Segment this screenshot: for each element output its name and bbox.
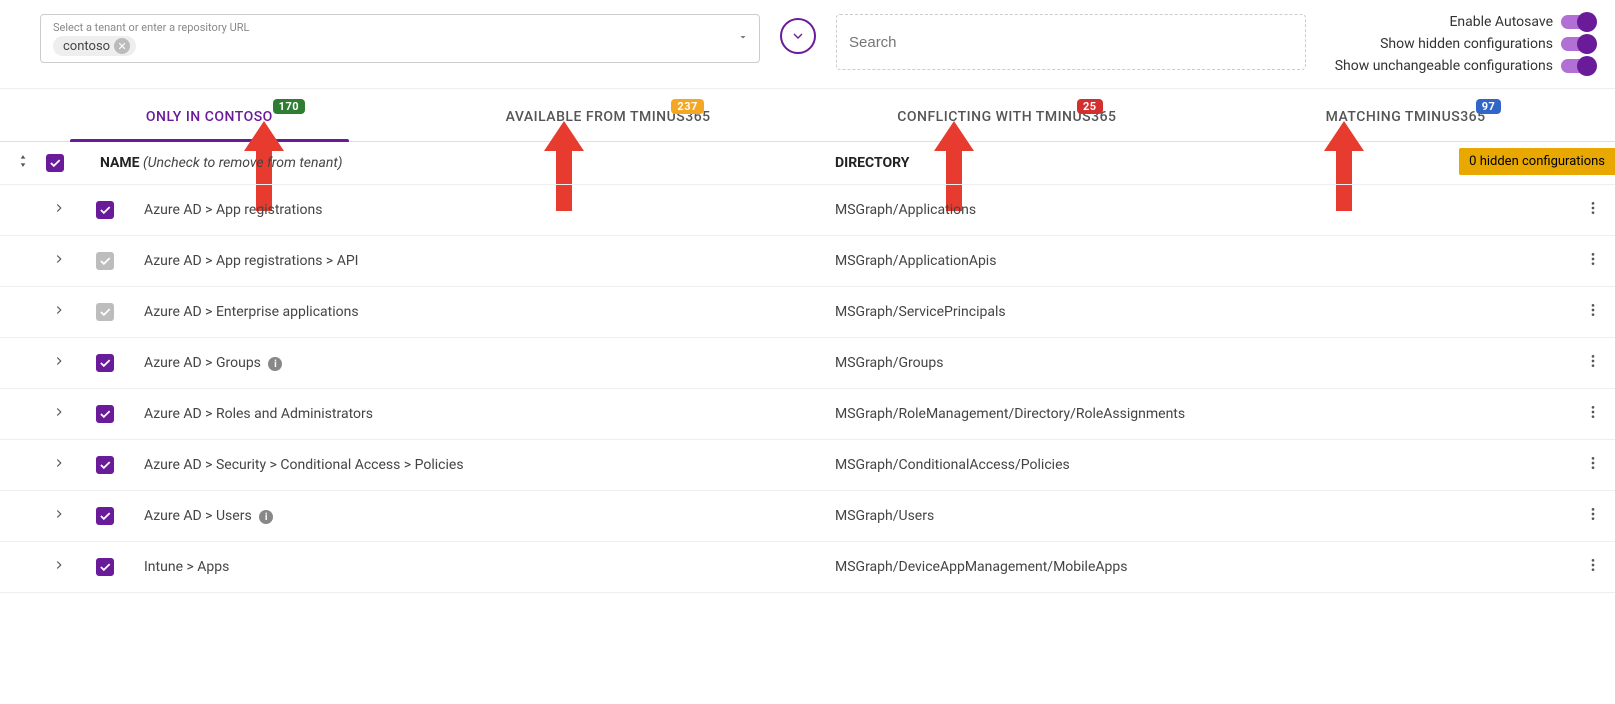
unchangeable-label: Show unchangeable configurations bbox=[1335, 58, 1553, 74]
autosave-toggle-row: Enable Autosave bbox=[1449, 14, 1595, 30]
table-row: Azure AD > Groups i MSGraph/Groups bbox=[0, 338, 1615, 389]
row-name: Azure AD > Security > Conditional Access… bbox=[144, 457, 464, 473]
row-checkbox[interactable] bbox=[96, 303, 114, 321]
column-directory-header: DIRECTORY bbox=[835, 155, 909, 171]
tab-available-from-tminus365[interactable]: AVAILABLE FROM TMINUS365 237 bbox=[409, 95, 808, 141]
tenant-chip-label: contoso bbox=[63, 39, 110, 54]
more-icon[interactable] bbox=[1585, 557, 1601, 577]
table-row: Azure AD > App registrations > API MSGrap… bbox=[0, 236, 1615, 287]
caret-down-icon[interactable] bbox=[737, 31, 749, 47]
table-row: Azure AD > Security > Conditional Access… bbox=[0, 440, 1615, 491]
table-row: Azure AD > Enterprise applications MSGrap… bbox=[0, 287, 1615, 338]
row-directory: MSGraph/Users bbox=[835, 508, 934, 524]
more-icon[interactable] bbox=[1585, 200, 1601, 220]
row-directory: MSGraph/Groups bbox=[835, 355, 943, 371]
table-header: NAME (Uncheck to remove from tenant) DIR… bbox=[0, 142, 1615, 185]
settings-toggles: Enable Autosave Show hidden configuratio… bbox=[1335, 14, 1595, 74]
tab-label: ONLY IN CONTOSO bbox=[146, 109, 273, 125]
row-checkbox[interactable] bbox=[96, 354, 114, 372]
table-body: Azure AD > App registrations MSGraph/Appl… bbox=[0, 185, 1615, 593]
autosave-label: Enable Autosave bbox=[1449, 14, 1553, 30]
row-name: Azure AD > App registrations bbox=[144, 202, 322, 218]
table-row: Azure AD > Roles and Administrators MSGra… bbox=[0, 389, 1615, 440]
row-checkbox[interactable] bbox=[96, 252, 114, 270]
row-checkbox[interactable] bbox=[96, 201, 114, 219]
tenant-select[interactable]: Select a tenant or enter a repository UR… bbox=[40, 14, 760, 63]
tab-badge: 237 bbox=[671, 99, 703, 114]
tenant-select-label: Select a tenant or enter a repository UR… bbox=[53, 21, 725, 34]
info-icon[interactable]: i bbox=[268, 357, 282, 371]
hidden-label: Show hidden configurations bbox=[1380, 36, 1553, 52]
hidden-configs-badge: 0 hidden configurations bbox=[1459, 148, 1615, 175]
row-checkbox[interactable] bbox=[96, 405, 114, 423]
tab-conflicting-with-tminus365[interactable]: CONFLICTING WITH TMINUS365 25 bbox=[808, 95, 1207, 141]
row-name: Azure AD > Enterprise applications bbox=[144, 304, 359, 320]
unchangeable-toggle[interactable] bbox=[1561, 59, 1595, 73]
row-directory: MSGraph/Applications bbox=[835, 202, 976, 218]
chevron-right-icon[interactable] bbox=[52, 201, 72, 219]
row-name: Intune > Apps bbox=[144, 559, 229, 575]
chevron-right-icon[interactable] bbox=[52, 558, 72, 576]
search-input-wrapper[interactable] bbox=[836, 14, 1306, 70]
tab-badge: 170 bbox=[273, 99, 305, 114]
more-icon[interactable] bbox=[1585, 251, 1601, 271]
autosave-toggle[interactable] bbox=[1561, 15, 1595, 29]
unchangeable-toggle-row: Show unchangeable configurations bbox=[1335, 58, 1595, 74]
column-name-text: NAME bbox=[100, 155, 140, 171]
table-row: Intune > Apps MSGraph/DeviceAppManagement… bbox=[0, 542, 1615, 593]
tab-label: MATCHING TMINUS365 bbox=[1326, 109, 1486, 125]
hidden-toggle-row: Show hidden configurations bbox=[1380, 36, 1595, 52]
tab-badge: 25 bbox=[1077, 99, 1103, 114]
row-directory: MSGraph/ServicePrincipals bbox=[835, 304, 1006, 320]
hidden-toggle[interactable] bbox=[1561, 37, 1595, 51]
chevron-right-icon[interactable] bbox=[52, 303, 72, 321]
row-directory: MSGraph/RoleManagement/Directory/RoleAss… bbox=[835, 406, 1185, 422]
chevron-right-icon[interactable] bbox=[52, 456, 72, 474]
row-name: Azure AD > App registrations > API bbox=[144, 253, 358, 269]
row-checkbox[interactable] bbox=[96, 456, 114, 474]
row-checkbox[interactable] bbox=[96, 558, 114, 576]
row-directory: MSGraph/ApplicationApis bbox=[835, 253, 996, 269]
row-directory: MSGraph/DeviceAppManagement/MobileApps bbox=[835, 559, 1127, 575]
info-icon[interactable]: i bbox=[259, 510, 273, 524]
more-icon[interactable] bbox=[1585, 404, 1601, 424]
more-icon[interactable] bbox=[1585, 302, 1601, 322]
tenant-chip: contoso ✕ bbox=[53, 36, 136, 56]
row-directory: MSGraph/ConditionalAccess/Policies bbox=[835, 457, 1070, 473]
select-all-checkbox[interactable] bbox=[46, 154, 64, 172]
chevron-right-icon[interactable] bbox=[52, 354, 72, 372]
more-icon[interactable] bbox=[1585, 455, 1601, 475]
row-name: Azure AD > Groups i bbox=[144, 355, 282, 372]
column-name-header: NAME (Uncheck to remove from tenant) bbox=[100, 155, 343, 171]
tabs: ONLY IN CONTOSO 170 AVAILABLE FROM TMINU… bbox=[0, 95, 1615, 142]
tab-matching-tminus365[interactable]: MATCHING TMINUS365 97 bbox=[1206, 95, 1605, 141]
table-row: Azure AD > Users i MSGraph/Users bbox=[0, 491, 1615, 542]
sort-icon[interactable] bbox=[16, 152, 30, 174]
row-name: Azure AD > Users i bbox=[144, 508, 273, 525]
table-row: Azure AD > App registrations MSGraph/Appl… bbox=[0, 185, 1615, 236]
column-name-hint: (Uncheck to remove from tenant) bbox=[143, 155, 343, 171]
tab-only-in-contoso[interactable]: ONLY IN CONTOSO 170 bbox=[10, 95, 409, 141]
expand-button[interactable] bbox=[780, 18, 816, 54]
search-input[interactable] bbox=[849, 34, 1293, 51]
chevron-right-icon[interactable] bbox=[52, 507, 72, 525]
tab-badge: 97 bbox=[1476, 99, 1502, 114]
more-icon[interactable] bbox=[1585, 506, 1601, 526]
row-name: Azure AD > Roles and Administrators bbox=[144, 406, 373, 422]
chevron-right-icon[interactable] bbox=[52, 252, 72, 270]
close-icon[interactable]: ✕ bbox=[114, 38, 130, 54]
more-icon[interactable] bbox=[1585, 353, 1601, 373]
top-bar: Select a tenant or enter a repository UR… bbox=[0, 0, 1615, 89]
chevron-right-icon[interactable] bbox=[52, 405, 72, 423]
row-checkbox[interactable] bbox=[96, 507, 114, 525]
